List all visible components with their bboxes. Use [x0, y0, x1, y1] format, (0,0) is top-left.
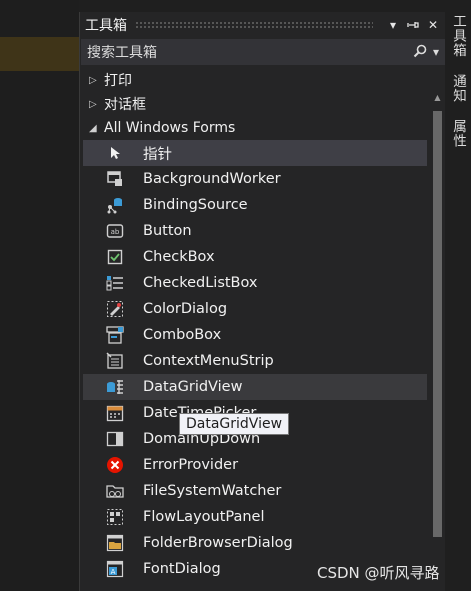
side-tab-notifications[interactable]: 通知 — [448, 74, 468, 103]
item-label: ComboBox — [143, 327, 222, 343]
item-label: Button — [143, 223, 192, 239]
item-label: FolderBrowserDialog — [143, 535, 293, 551]
toolbox-item-pointer[interactable]: 指针 — [83, 140, 427, 166]
toolbox-item-datagridview[interactable]: DataGridView — [83, 374, 427, 400]
category-all-windows-forms[interactable]: ◢ All Windows Forms — [80, 116, 445, 140]
category-label: All Windows Forms — [104, 120, 236, 136]
domain-updown-icon — [106, 430, 124, 448]
item-label: ColorDialog — [143, 301, 228, 317]
scrollbar-thumb[interactable] — [433, 111, 442, 537]
svg-text:A: A — [111, 568, 116, 576]
close-icon[interactable]: ✕ — [425, 16, 441, 34]
item-label: ContextMenuStrip — [143, 353, 274, 369]
category-label: 打印 — [104, 73, 132, 89]
toolbox-panel: 工具箱 ▾ ✕ 搜索工具箱 ▾ ▷ 打印 ▷ 对话框 ◢ All Windows… — [79, 12, 445, 591]
toolbox-item-backgroundworker[interactable]: BackgroundWorker — [83, 166, 427, 192]
item-label: BindingSource — [143, 197, 248, 213]
font-dialog-icon: A — [106, 560, 124, 578]
toolbox-item-checkedlistbox[interactable]: CheckedListBox — [83, 270, 427, 296]
collapsed-arrow-icon: ▷ — [89, 98, 97, 110]
toolbox-item-flowlayoutpanel[interactable]: FlowLayoutPanel — [83, 504, 427, 530]
item-label: CheckedListBox — [143, 275, 258, 291]
category-label: 对话框 — [104, 97, 146, 113]
item-label: BackgroundWorker — [143, 171, 281, 187]
search-toolbox-input[interactable]: 搜索工具箱 ▾ — [81, 39, 445, 65]
toolbox-title: 工具箱 — [85, 17, 127, 34]
drag-grip[interactable] — [135, 21, 373, 28]
checked-listbox-icon — [106, 274, 124, 292]
toolbox-titlebar[interactable]: 工具箱 ▾ ✕ — [80, 12, 445, 37]
datagridview-icon — [106, 378, 124, 396]
context-menu-icon — [106, 352, 124, 370]
toolbox-tree: ▷ 打印 ▷ 对话框 ◢ All Windows Forms 指针 Backgr… — [80, 65, 445, 582]
button-icon: ab — [106, 222, 124, 240]
watermark: CSDN @听风寻路 — [317, 564, 440, 582]
scroll-up-arrow-icon[interactable]: ▲ — [431, 93, 444, 107]
editor-background — [0, 0, 79, 591]
item-label: 指针 — [143, 146, 172, 163]
flow-layout-icon — [106, 508, 124, 526]
toolbox-item-errorprovider[interactable]: ErrorProvider — [83, 452, 427, 478]
toolbox-item-button[interactable]: ab Button — [83, 218, 427, 244]
pin-icon[interactable] — [405, 16, 421, 34]
item-label: CheckBox — [143, 249, 215, 265]
toolbox-item-bindingsource[interactable]: BindingSource — [83, 192, 427, 218]
item-label: ErrorProvider — [143, 457, 239, 473]
side-tab-toolbox[interactable]: 工具箱 — [448, 14, 468, 58]
item-label: FileSystemWatcher — [143, 483, 282, 499]
toolbox-item-filesystemwatcher[interactable]: FileSystemWatcher — [83, 478, 427, 504]
item-label: FontDialog — [143, 561, 221, 577]
color-dialog-icon — [106, 300, 124, 318]
binding-source-icon — [106, 196, 124, 214]
item-label: FlowLayoutPanel — [143, 509, 265, 525]
toolbox-item-folderbrowserdialog[interactable]: FolderBrowserDialog — [83, 530, 427, 556]
editor-highlight-bar — [0, 37, 79, 71]
expanded-arrow-icon: ◢ — [89, 122, 97, 134]
window-position-dropdown-icon[interactable]: ▾ — [385, 16, 401, 34]
toolbox-item-checkbox[interactable]: CheckBox — [83, 244, 427, 270]
side-tab-strip: 工具箱 通知 属性 — [448, 14, 471, 164]
pointer-icon — [106, 144, 124, 162]
folder-browser-icon — [106, 534, 124, 552]
toolbox-item-colordialog[interactable]: ColorDialog — [83, 296, 427, 322]
search-placeholder: 搜索工具箱 — [87, 45, 157, 61]
svg-text:ab: ab — [111, 228, 120, 236]
category-dialogs[interactable]: ▷ 对话框 — [80, 92, 445, 116]
combobox-icon — [106, 326, 124, 344]
item-tooltip: DataGridView — [179, 413, 290, 435]
filesystem-watcher-icon — [106, 482, 124, 500]
datetimepicker-icon — [106, 404, 124, 422]
side-tab-properties[interactable]: 属性 — [448, 119, 468, 148]
toolbox-items: 指针 BackgroundWorker BindingSource ab But… — [80, 140, 445, 582]
search-options-dropdown-icon[interactable]: ▾ — [433, 45, 439, 59]
error-provider-icon — [106, 456, 124, 474]
collapsed-arrow-icon: ▷ — [89, 74, 97, 86]
toolbox-item-combobox[interactable]: ComboBox — [83, 322, 427, 348]
toolbox-item-contextmenustrip[interactable]: ContextMenuStrip — [83, 348, 427, 374]
item-label: DataGridView — [143, 379, 243, 395]
vertical-scrollbar[interactable]: ▲ — [431, 93, 444, 591]
category-print[interactable]: ▷ 打印 — [80, 68, 445, 92]
background-worker-icon — [106, 170, 124, 188]
search-icon[interactable] — [413, 44, 427, 61]
checkbox-icon — [106, 248, 124, 266]
